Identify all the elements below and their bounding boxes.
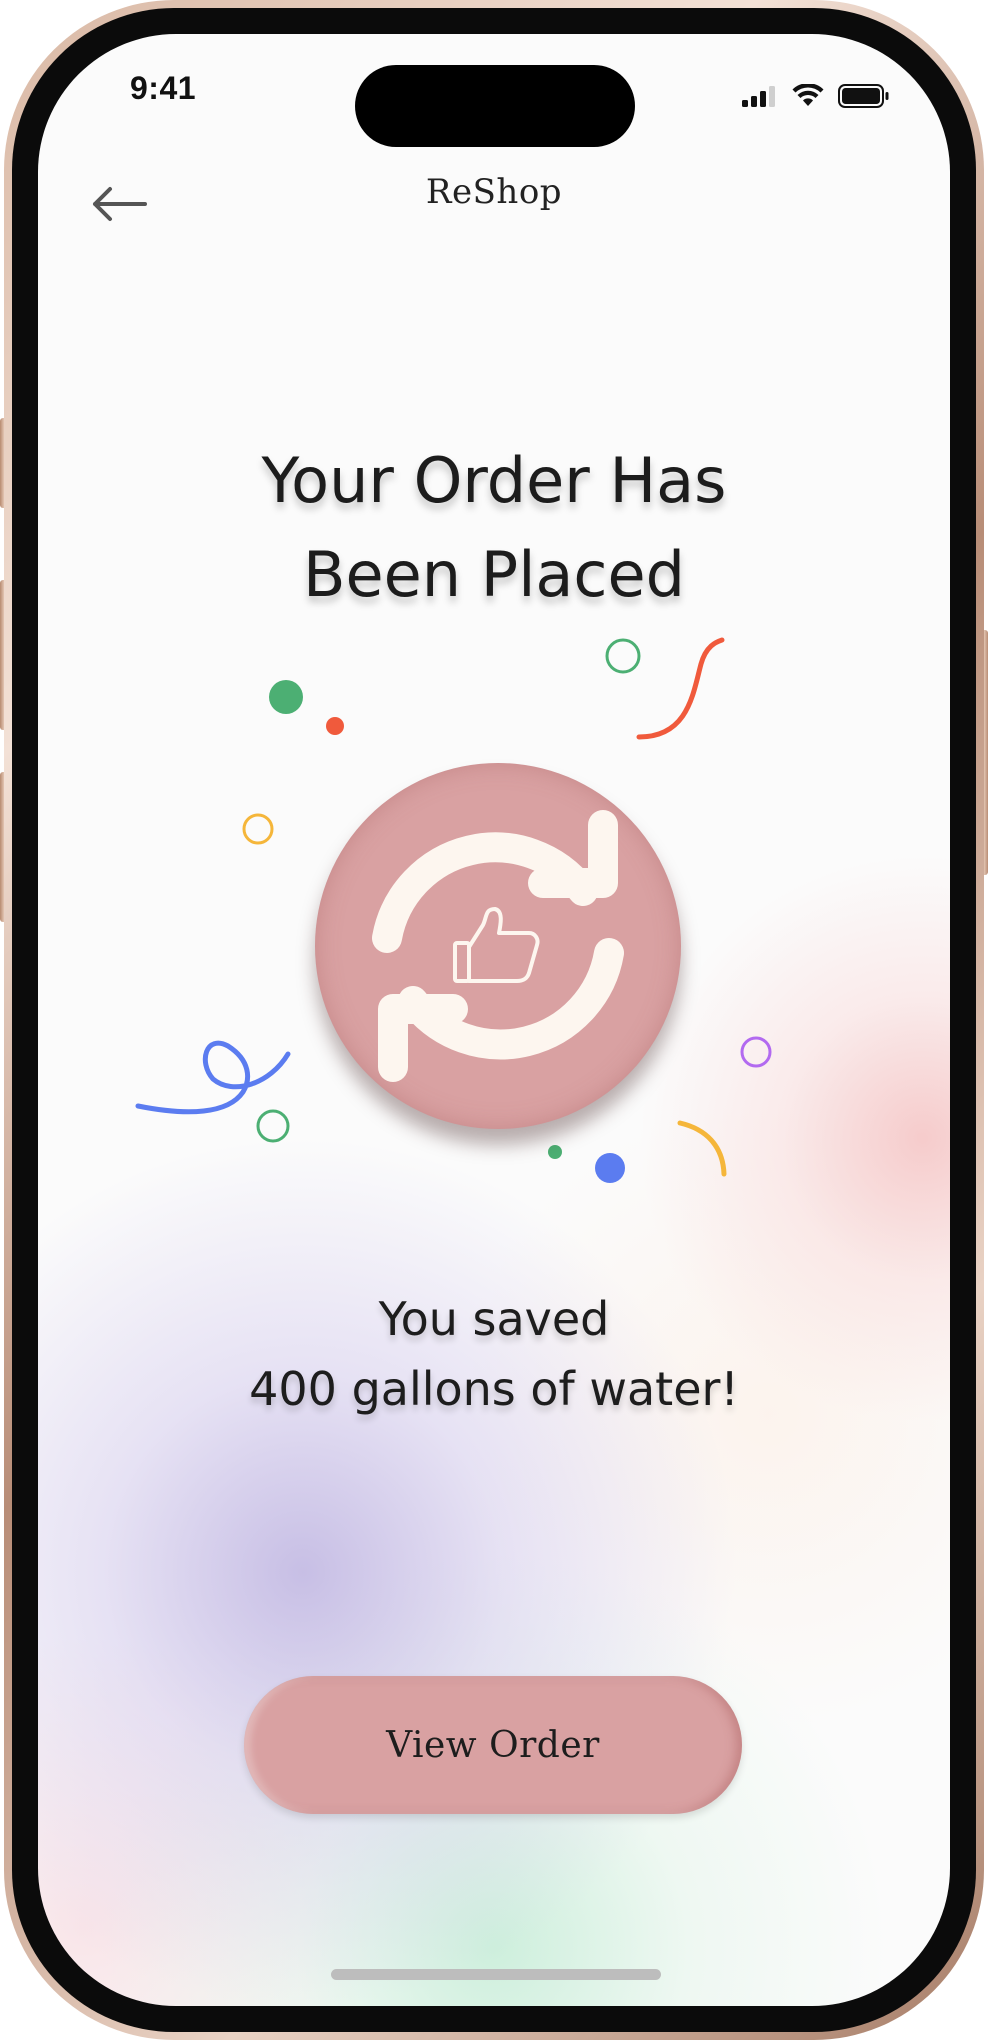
title-line-2: Been Placed xyxy=(302,538,686,611)
brand-logo: ReShop xyxy=(425,172,563,212)
savings-line-2: 400 gallons of water! xyxy=(249,1362,739,1416)
cellular-signal-icon xyxy=(742,85,778,111)
dynamic-island xyxy=(355,65,635,147)
confetti-ring xyxy=(242,813,274,845)
confetti-ring xyxy=(740,1036,772,1068)
confetti-ring xyxy=(256,1109,290,1143)
confetti-dot xyxy=(548,1145,562,1159)
wifi-icon xyxy=(792,83,824,112)
battery-icon xyxy=(838,84,890,112)
phone-bezel: 9:41 ReShop Your Order Has Been Placed Y… xyxy=(12,8,976,2032)
recycle-thumbs-up-icon xyxy=(372,810,624,1082)
confetti-ring xyxy=(605,638,641,674)
screen: 9:41 ReShop Your Order Has Been Placed Y… xyxy=(38,34,950,2006)
confetti-streamer xyxy=(677,1120,727,1177)
app-canvas: 9:41 ReShop Your Order Has Been Placed Y… xyxy=(0,0,988,2040)
status-icons xyxy=(742,83,890,112)
confetti-streamer xyxy=(135,1040,291,1115)
confetti-dot xyxy=(595,1153,625,1183)
view-order-button[interactable]: View Order xyxy=(244,1676,742,1814)
savings-message: You saved 400 gallons of water! xyxy=(78,1284,910,1424)
confetti-dot xyxy=(326,717,344,735)
page-title: Your Order Has Been Placed xyxy=(98,434,890,622)
order-success-badge xyxy=(315,763,681,1129)
confetti-streamer xyxy=(636,637,725,740)
status-time: 9:41 xyxy=(130,70,197,106)
confetti-dot xyxy=(269,680,303,714)
savings-line-1: You saved xyxy=(378,1292,610,1346)
title-line-1: Your Order Has xyxy=(261,444,727,517)
home-indicator[interactable] xyxy=(331,1969,661,1980)
phone-frame: 9:41 ReShop Your Order Has Been Placed Y… xyxy=(4,0,984,2040)
